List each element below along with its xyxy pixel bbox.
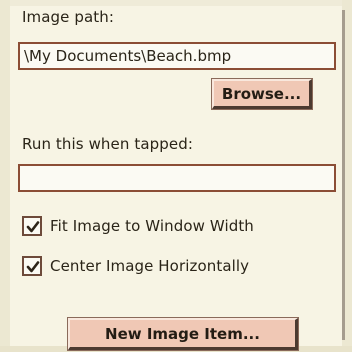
image-path-input[interactable]: \My Documents\Beach.bmp [18, 42, 336, 70]
top-frame [0, 0, 352, 6]
new-image-item-button[interactable]: New Image Item... [67, 317, 299, 351]
fit-width-label: Fit Image to Window Width [50, 217, 254, 235]
right-divider [342, 10, 345, 340]
image-path-label: Image path: [22, 8, 115, 26]
center-horizontally-label: Center Image Horizontally [50, 257, 250, 275]
left-frame [0, 0, 10, 352]
center-horizontally-checkbox[interactable] [22, 256, 42, 276]
run-when-tapped-label: Run this when tapped: [22, 135, 193, 153]
image-item-panel: Image path: \My Documents\Beach.bmp Brow… [0, 0, 352, 352]
run-when-tapped-input[interactable] [18, 164, 336, 192]
fit-width-checkbox[interactable] [22, 216, 42, 236]
checkmark-icon [26, 261, 40, 273]
checkmark-icon [26, 221, 40, 233]
browse-button[interactable]: Browse... [211, 78, 313, 110]
